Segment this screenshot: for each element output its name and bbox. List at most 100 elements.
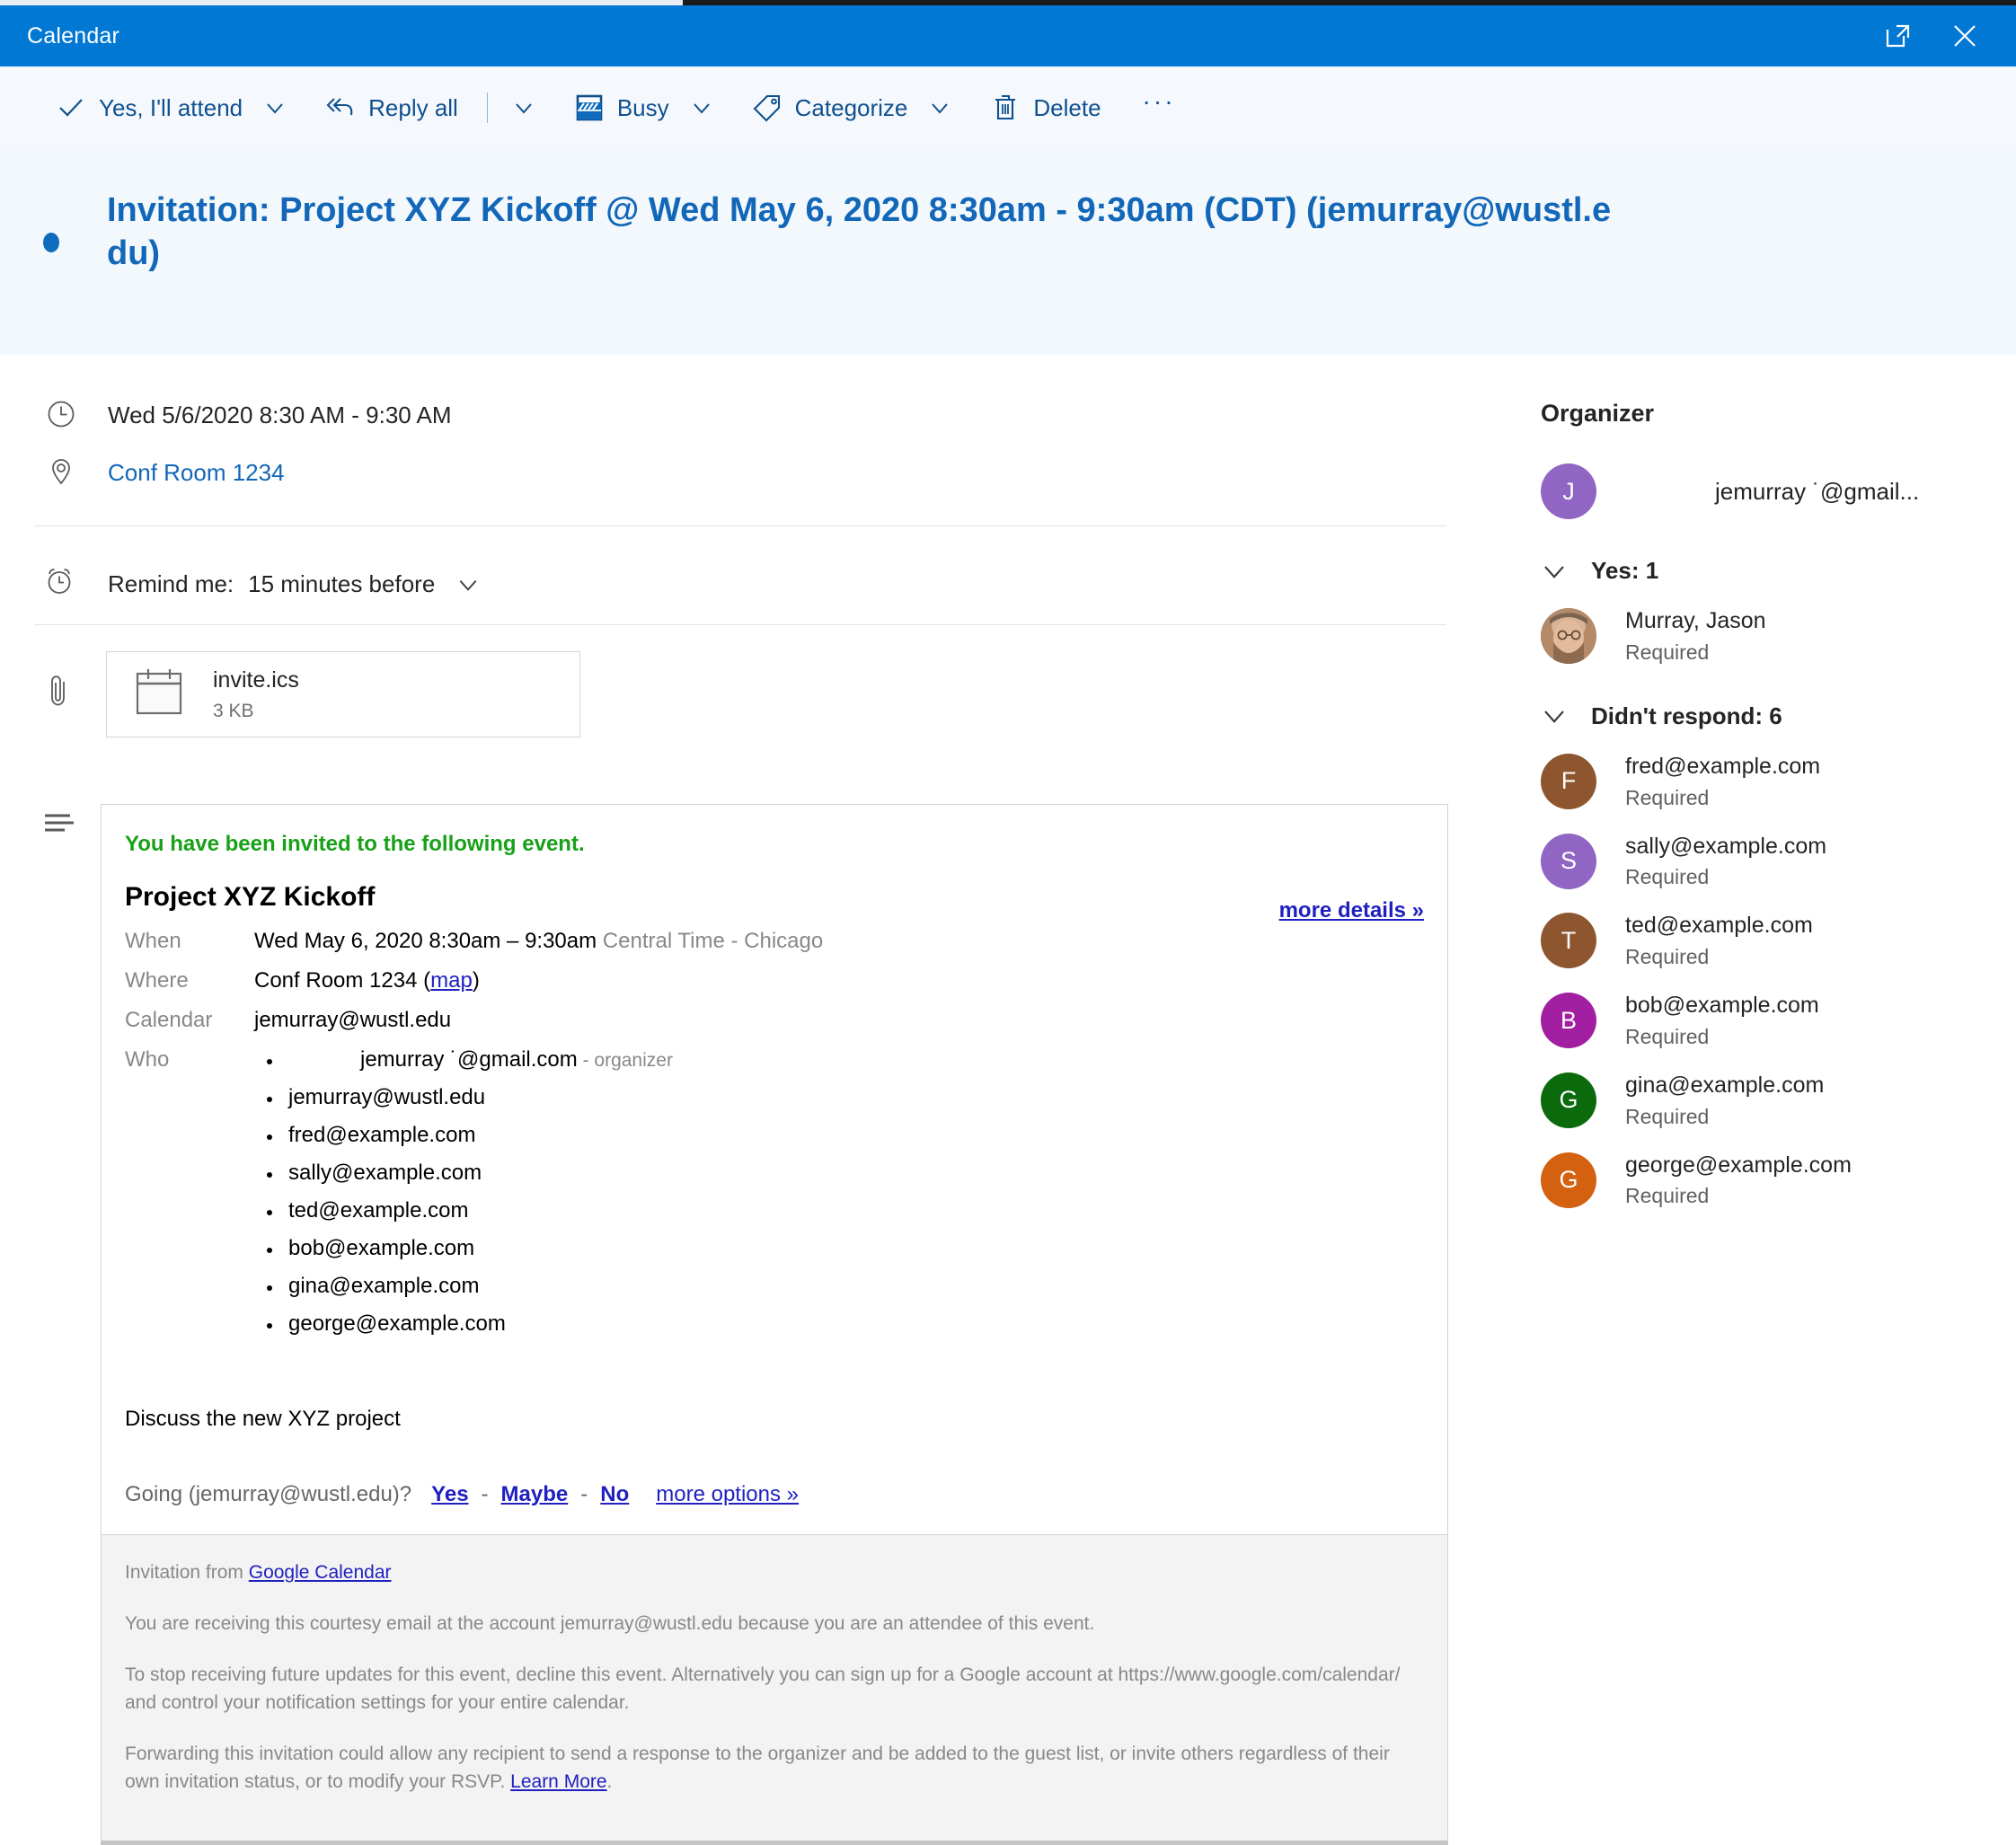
- attendees-sidebar: Organizer J jemurray ˙@gmail... Yes: 1 Mu…: [1541, 355, 2016, 1820]
- message-content: Wed 5/6/2020 8:30 AM - 9:30 AM Conf Room…: [0, 355, 2016, 1845]
- list-item: jemurray ˙@gmail.com - organizer: [254, 1047, 823, 1073]
- attendee-name: bob@example.com: [1625, 993, 1819, 1018]
- attendee-name: ted@example.com: [1625, 913, 1813, 939]
- close-icon[interactable]: [1944, 15, 1985, 57]
- command-toolbar: Yes, I'll attend Reply all Busy Categori…: [0, 66, 2016, 149]
- sidebar-title: Organizer: [1541, 400, 1655, 427]
- attendee-text: fred@example.com Required: [1625, 754, 1820, 810]
- list-item: george@example.com: [254, 1311, 823, 1337]
- attendee-role: Required: [1625, 1024, 1710, 1048]
- list-item: gina@example.com: [254, 1274, 823, 1299]
- accept-button-label: Yes, I'll attend: [99, 93, 243, 121]
- unread-indicator-icon: [43, 233, 59, 252]
- rsvp-no-link[interactable]: No: [600, 1482, 629, 1507]
- attendee-text: sally@example.com Required: [1625, 834, 1826, 890]
- invitation-main: You have been invited to the following e…: [102, 805, 1447, 1534]
- where-value: Conf Room 1234 (map): [254, 968, 480, 993]
- invitation-description: Discuss the new XYZ project: [125, 1407, 401, 1431]
- rsvp-separator: -: [580, 1482, 588, 1506]
- who-value: jemurray ˙@gmail.com - organizer jemurray…: [254, 1047, 823, 1364]
- attendee-group-header[interactable]: Yes: 1: [1541, 557, 2016, 585]
- invitation-details-table: When Wed May 6, 2020 8:30am – 9:30am Cen…: [125, 929, 823, 1364]
- attendee-email: ted@example.com: [288, 1198, 469, 1223]
- busy-icon: [574, 93, 605, 123]
- where-text: Conf Room 1234: [254, 968, 418, 993]
- learn-more-link[interactable]: Learn More: [510, 1771, 606, 1792]
- reply-all-button[interactable]: Reply all: [325, 80, 535, 136]
- when-timezone: Central Time - Chicago: [602, 929, 824, 953]
- google-calendar-link[interactable]: Google Calendar: [249, 1562, 392, 1583]
- attendee-name: gina@example.com: [1625, 1072, 1825, 1098]
- rsvp-maybe-link[interactable]: Maybe: [501, 1482, 569, 1507]
- window-title: Calendar: [27, 22, 120, 49]
- invitation-body: You have been invited to the following e…: [101, 804, 1448, 1845]
- attendee-group-header[interactable]: Didn't respond: 6: [1541, 702, 2016, 730]
- avatar: T: [1541, 913, 1596, 969]
- event-datetime: Wed 5/6/2020 8:30 AM - 9:30 AM: [108, 402, 452, 428]
- attendee-text: ted@example.com Required: [1625, 913, 1813, 969]
- more-options-link[interactable]: more options »: [656, 1482, 799, 1507]
- page-title: Invitation: Project XYZ Kickoff @ Wed Ma…: [107, 191, 1612, 272]
- section-divider: [34, 624, 1446, 625]
- attendee-role: Required: [1625, 1104, 1710, 1128]
- invitation-footer: Invitation from Google Calendar You are …: [102, 1534, 1447, 1841]
- attendee-name: george@example.com: [1625, 1152, 1852, 1178]
- footer-stop-updates: To stop receiving future updates for thi…: [125, 1664, 1401, 1714]
- more-details-link[interactable]: more details »: [1279, 898, 1424, 923]
- reply-all-button-label: Reply all: [368, 93, 458, 121]
- attendee-name: sally@example.com: [1625, 833, 1827, 859]
- popout-icon[interactable]: [1878, 15, 1919, 57]
- attendee-role: Required: [1625, 785, 1710, 809]
- rsvp-prompt: Going (jemurray@wustl.edu)?: [125, 1482, 412, 1506]
- map-link[interactable]: map: [430, 968, 473, 993]
- list-item: bob@example.com: [254, 1236, 823, 1261]
- when-datetime: Wed May 6, 2020 8:30am – 9:30am: [254, 929, 597, 953]
- checkmark-icon: [56, 93, 86, 123]
- attendee-row[interactable]: Murray, Jason Required: [1541, 608, 2016, 665]
- availability-button[interactable]: Busy: [574, 80, 712, 136]
- more-commands-button[interactable]: ···: [1143, 89, 1176, 127]
- chevron-down-icon[interactable]: [264, 97, 286, 119]
- organizer-row[interactable]: J jemurray ˙@gmail...: [1541, 463, 2016, 519]
- table-row-when: When Wed May 6, 2020 8:30am – 9:30am Cen…: [125, 929, 823, 968]
- event-location-link[interactable]: Conf Room 1234: [108, 459, 285, 487]
- attendee-row[interactable]: Ggina@example.com Required: [1541, 1072, 2016, 1129]
- attendee-row[interactable]: Tted@example.com Required: [1541, 913, 2016, 969]
- trash-icon: [990, 93, 1021, 123]
- categorize-button[interactable]: Categorize: [752, 80, 951, 136]
- attendee-row[interactable]: Ssally@example.com Required: [1541, 833, 2016, 890]
- rsvp-yes-link[interactable]: Yes: [431, 1482, 468, 1507]
- reminder-selector[interactable]: Remind me: 15 minutes before: [108, 570, 480, 598]
- attachment-size: 3 KB: [213, 700, 254, 721]
- avatar: G: [1541, 1072, 1596, 1128]
- list-item: fred@example.com: [254, 1123, 823, 1148]
- delete-button-label: Delete: [1033, 93, 1101, 121]
- avatar: G: [1541, 1152, 1596, 1208]
- attendee-role: Required: [1625, 945, 1710, 968]
- accept-button[interactable]: Yes, I'll attend: [56, 80, 286, 136]
- window-controls: [1878, 15, 1985, 57]
- chevron-down-icon[interactable]: [929, 97, 951, 119]
- chevron-down-icon[interactable]: [1541, 558, 1568, 585]
- chevron-down-icon[interactable]: [691, 97, 712, 119]
- notes-icon: [40, 804, 79, 843]
- attendee-row[interactable]: Bbob@example.com Required: [1541, 993, 2016, 1049]
- chevron-down-icon[interactable]: [456, 573, 480, 596]
- rsvp-row: Going (jemurray@wustl.edu)? Yes - Maybe …: [125, 1482, 1424, 1514]
- organizer-email: jemurray ˙@gmail...: [1715, 477, 1920, 505]
- chevron-down-icon[interactable]: [513, 97, 535, 119]
- attendee-text: george@example.com Required: [1625, 1152, 1852, 1209]
- avatar: S: [1541, 833, 1596, 889]
- attendee-row[interactable]: Ffred@example.com Required: [1541, 753, 2016, 810]
- footer-forwarding-suffix: .: [606, 1771, 613, 1793]
- attachment-card[interactable]: invite.ics 3 KB: [106, 651, 580, 737]
- footer-courtesy: You are receiving this courtesy email at…: [125, 1613, 1095, 1635]
- attendee-name: Murray, Jason: [1625, 608, 1766, 633]
- attendee-email: george@example.com: [288, 1311, 506, 1336]
- chevron-down-icon[interactable]: [1541, 702, 1568, 729]
- attachment-meta: invite.ics 3 KB: [213, 667, 299, 722]
- reminder-label: Remind me:: [108, 570, 234, 597]
- delete-button[interactable]: Delete: [990, 80, 1101, 136]
- attendee-row[interactable]: Ggeorge@example.com Required: [1541, 1152, 2016, 1209]
- attendee-group-label: Didn't respond: 6: [1591, 702, 1782, 729]
